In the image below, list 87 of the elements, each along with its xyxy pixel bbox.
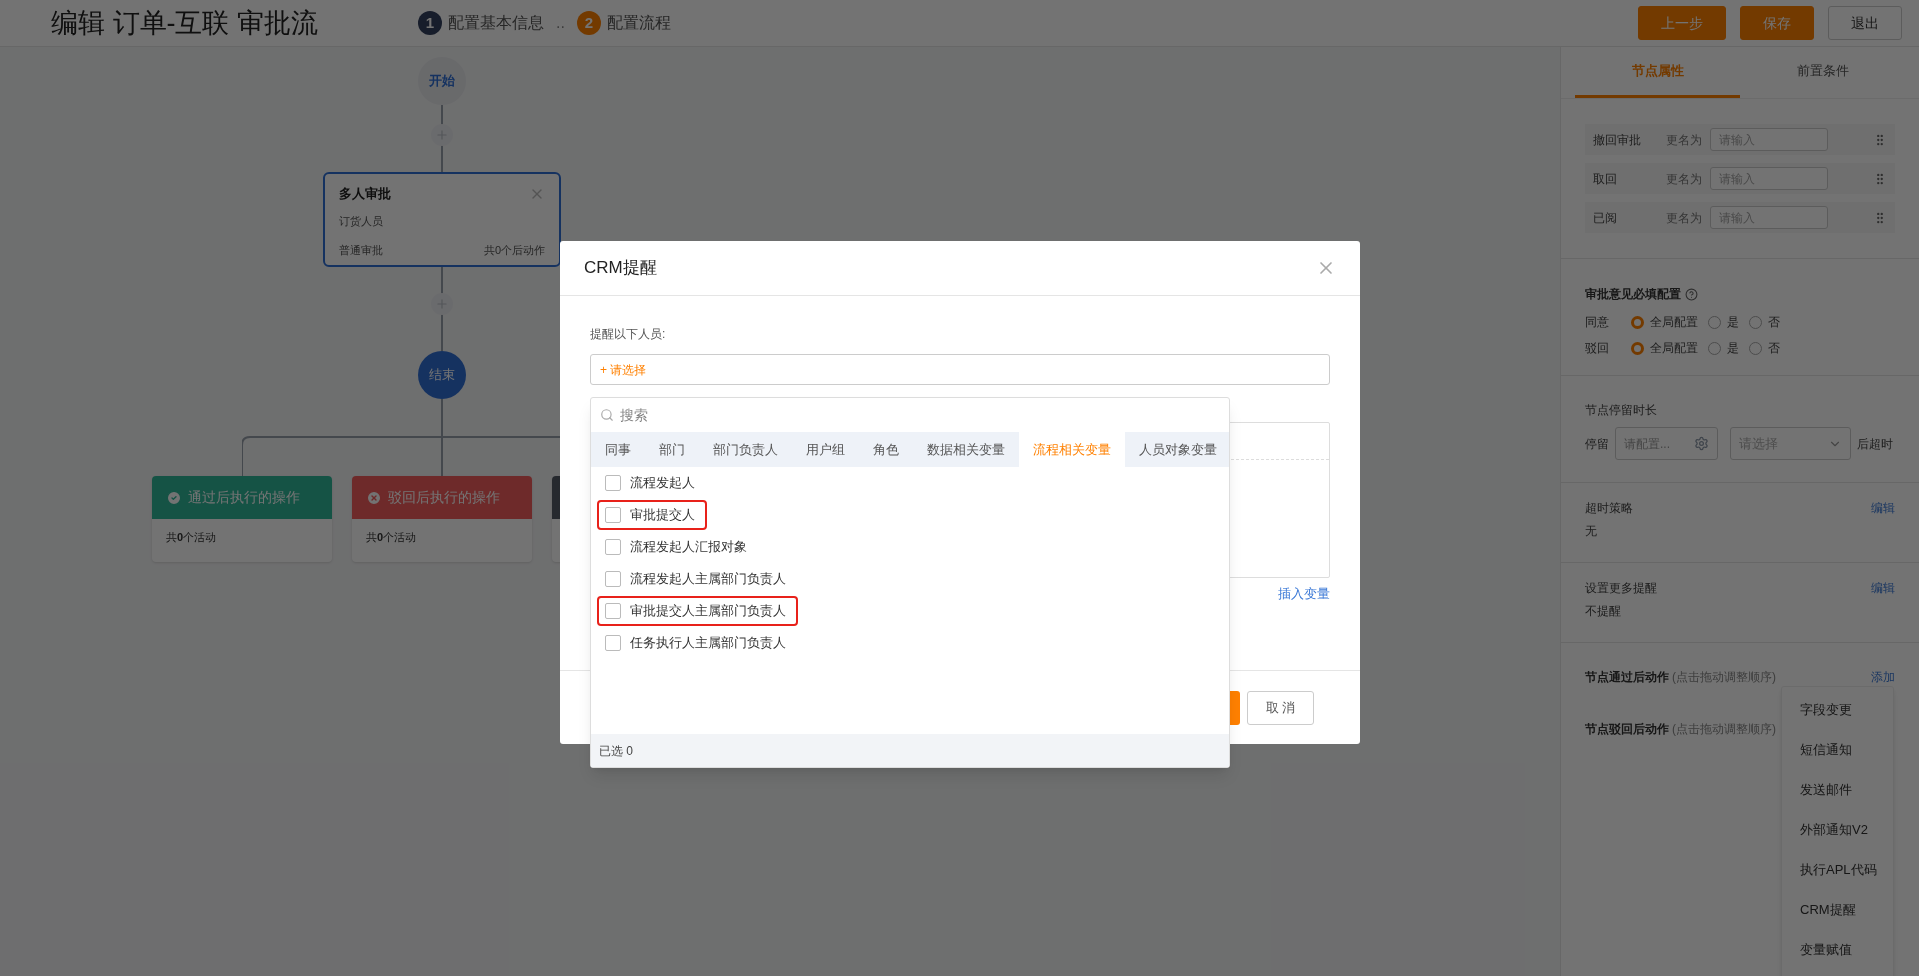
add-node-button[interactable] — [431, 293, 453, 315]
recipients-field[interactable]: + 请选择 — [590, 354, 1330, 385]
menu-item[interactable]: 外部通知V2 — [1782, 810, 1893, 850]
menu-item[interactable]: 变量赋值 — [1782, 930, 1893, 970]
add-link[interactable]: 添加 — [1871, 668, 1895, 686]
radio-option[interactable]: 否 — [1749, 339, 1780, 357]
stay-label: 停留 — [1585, 435, 1609, 453]
edit-link[interactable]: 编辑 — [1871, 499, 1895, 517]
option-label[interactable]: 任务执行人主属部门负责人 — [630, 633, 786, 653]
end-node[interactable]: 结束 — [418, 351, 466, 399]
section-title: 节点驳回后动作 — [1585, 721, 1669, 738]
picker-tab[interactable]: 角色 — [859, 432, 913, 467]
checkbox[interactable] — [605, 507, 621, 523]
section-value: 无 — [1585, 523, 1598, 540]
header-button[interactable]: 保存 — [1740, 6, 1814, 40]
node-type: 普通审批 — [339, 243, 383, 258]
section-title: 审批意见必填配置 — [1585, 286, 1681, 303]
action-label: 撤回审批 — [1593, 131, 1642, 149]
node-actions-count: 共0个后动作 — [483, 243, 545, 258]
branch-title: 通过后执行的操作 — [188, 488, 300, 507]
section-title: 超时策略 — [1585, 500, 1633, 517]
activity-count: 共0个活动 — [165, 530, 218, 545]
picker-search-field[interactable]: 搜索 — [591, 398, 1229, 432]
panel-tab[interactable]: 前置条件 — [1740, 47, 1905, 98]
radio-option[interactable]: 是 — [1708, 339, 1739, 357]
cancel-button[interactable]: 取 消 — [1247, 691, 1314, 725]
radio-option[interactable]: 是 — [1708, 313, 1739, 331]
section-title: 节点通过后动作 — [1585, 669, 1669, 686]
edit-link[interactable]: 编辑 — [1871, 579, 1895, 597]
start-node[interactable]: 开始 — [418, 57, 466, 105]
section-title: 设置更多提醒 — [1585, 580, 1657, 597]
help-icon[interactable] — [1685, 287, 1698, 301]
radio-option[interactable]: 否 — [1749, 313, 1780, 331]
node-title: 多人审批 — [339, 185, 391, 203]
option-label[interactable]: 流程发起人主属部门负责人 — [630, 569, 786, 589]
option-label[interactable]: 流程发起人 — [630, 473, 695, 493]
checkbox[interactable] — [605, 539, 621, 555]
activity-count: 共0个活动 — [365, 530, 418, 545]
node-assignee: 订货人员 — [339, 213, 384, 229]
search-icon — [600, 408, 614, 422]
check-circle-icon — [166, 489, 182, 506]
radio-option[interactable]: 全局配置 — [1631, 339, 1698, 357]
checkbox[interactable] — [605, 571, 621, 587]
picker-tab[interactable]: 人员对象变量 — [1125, 432, 1231, 467]
radio-row-label: 同意 — [1585, 314, 1610, 331]
step-label: 配置流程 — [606, 13, 671, 33]
field-label: 提醒以下人员: — [590, 326, 667, 343]
settings-icon[interactable] — [1694, 436, 1709, 451]
checkbox[interactable] — [605, 603, 621, 619]
action-label: 已阅 — [1593, 209, 1618, 227]
step-number: 1 — [418, 11, 442, 35]
option-label[interactable]: 审批提交人 — [630, 505, 695, 525]
page-title: 编辑 订单-互联 审批流 — [51, 6, 318, 40]
option-label[interactable]: 审批提交人主属部门负责人 — [630, 601, 786, 621]
picker-tab[interactable]: 流程相关变量 — [1019, 432, 1125, 467]
x-circle-icon — [366, 489, 382, 506]
picker-tab[interactable]: 数据相关变量 — [913, 432, 1019, 467]
header-button[interactable]: 退出 — [1828, 6, 1902, 40]
menu-item[interactable]: 短信通知 — [1782, 730, 1893, 770]
approval-node-card[interactable]: 多人审批 订货人员 普通审批 共0个后动作 — [323, 172, 561, 267]
step-separator: .. — [556, 13, 565, 33]
checkbox[interactable] — [605, 475, 621, 491]
action-label: 取回 — [1593, 170, 1618, 188]
menu-item[interactable]: 发送邮件 — [1782, 770, 1893, 810]
selected-count: 已选 0 — [591, 734, 1229, 767]
branch-card[interactable]: 通过后执行的操作 共0个活动 — [152, 476, 332, 562]
checkbox[interactable] — [605, 635, 621, 651]
stay-suffix: 后超时 — [1857, 435, 1893, 453]
menu-item[interactable]: 字段变更 — [1782, 690, 1893, 730]
menu-item[interactable]: 执行APL代码 — [1782, 850, 1893, 890]
option-label[interactable]: 流程发起人汇报对象 — [630, 537, 747, 557]
section-title: 节点停留时长 — [1585, 402, 1658, 419]
radio-option[interactable]: 全局配置 — [1631, 313, 1698, 331]
picker-tab[interactable]: 用户组 — [792, 432, 859, 467]
picker-tab[interactable]: 部门 — [645, 432, 699, 467]
section-value: 不提醒 — [1585, 603, 1622, 620]
step-number: 2 — [576, 11, 601, 35]
search-input[interactable]: 搜索 — [620, 404, 1220, 426]
insert-variable-link[interactable]: 插入变量 — [1278, 584, 1330, 604]
add-node-button[interactable] — [431, 124, 453, 146]
menu-item[interactable]: CRM提醒 — [1782, 890, 1893, 930]
header-button[interactable]: 上一步 — [1638, 6, 1726, 40]
step-label: 配置基本信息 — [448, 13, 544, 33]
radio-row-label: 驳回 — [1585, 340, 1610, 357]
picker-tab[interactable]: 同事 — [591, 432, 645, 467]
dialog-title: CRM提醒 — [584, 257, 657, 280]
picker-tab[interactable]: 部门负责人 — [699, 432, 792, 467]
